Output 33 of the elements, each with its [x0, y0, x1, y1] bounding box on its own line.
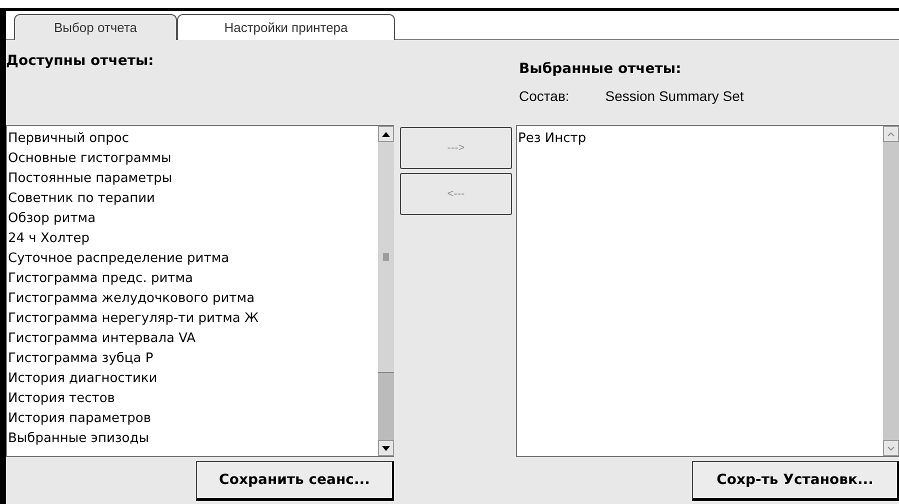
- scroll-down-icon: [887, 446, 895, 450]
- scrollbar[interactable]: [378, 126, 394, 456]
- list-item[interactable]: Гистограмма интервала VA: [7, 329, 378, 349]
- list-item[interactable]: Постоянные параметры: [7, 169, 378, 189]
- list-item[interactable]: Гистограмма нерегуляр-ти ритма Ж: [7, 309, 378, 329]
- list-item[interactable]: История диагностики: [7, 369, 378, 389]
- scroll-up-icon: [382, 132, 390, 136]
- save-settings-button[interactable]: Сохр-ть Установк...: [692, 460, 899, 500]
- tab[interactable]: Выбор отчета: [14, 14, 177, 40]
- list-item[interactable]: История параметров: [7, 409, 378, 429]
- section-heading: Выбранные отчеты:: [519, 61, 682, 77]
- scrollbar[interactable]: [883, 126, 899, 456]
- scroll-up-icon: [887, 132, 895, 136]
- list-item[interactable]: Выбранные эпизоды: [7, 429, 378, 449]
- list-item[interactable]: Рез Инстр: [517, 129, 883, 149]
- save-session-button[interactable]: Сохранить сеанс...: [196, 460, 394, 500]
- scroll-thumb[interactable]: [378, 142, 394, 373]
- list-item[interactable]: Первичный опрос: [7, 129, 378, 149]
- list-item[interactable]: Гистограмма предс. ритма: [7, 269, 378, 289]
- set-value: Session Summary Set: [605, 88, 744, 104]
- list-item[interactable]: Советник по терапии: [7, 189, 378, 209]
- list-item[interactable]: Основные гистограммы: [7, 149, 378, 169]
- list-item[interactable]: Суточное распределение ритма: [7, 249, 378, 269]
- list-item[interactable]: Гистограмма зубца P: [7, 349, 378, 369]
- section-heading: Доступны отчеты:: [6, 53, 154, 69]
- list-item[interactable]: Обзор ритма: [7, 209, 378, 229]
- scroll-down-icon: [382, 446, 390, 450]
- list-item[interactable]: История тестов: [7, 389, 378, 409]
- tab[interactable]: Настройки принтера: [177, 14, 395, 40]
- set-label: Состав:: [519, 88, 570, 104]
- grip-icon: [383, 252, 389, 262]
- list-item[interactable]: Гистограмма желудочкового ритма: [7, 289, 378, 309]
- list-item[interactable]: 24 ч Холтер: [7, 229, 378, 249]
